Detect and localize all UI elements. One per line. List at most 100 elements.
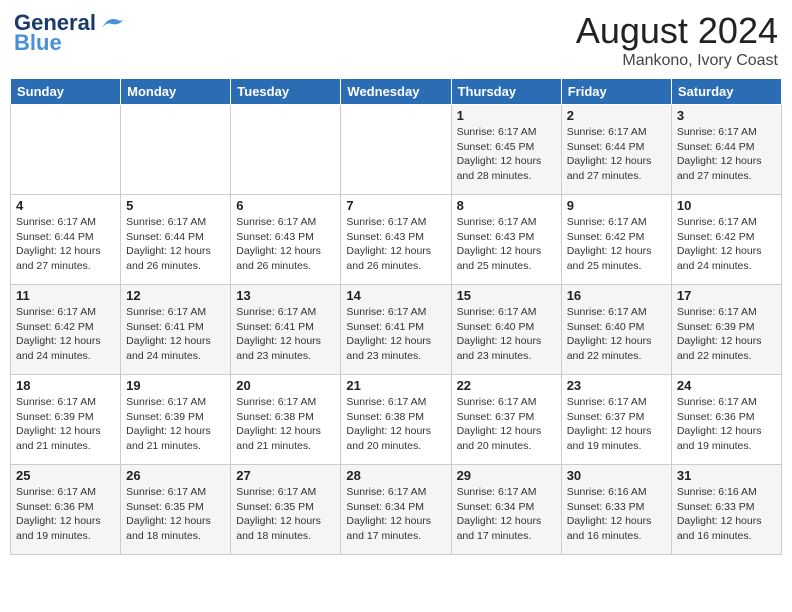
weekday-header-friday: Friday [561, 79, 671, 105]
calendar-cell: 20 Sunrise: 6:17 AMSunset: 6:38 PMDayligh… [231, 375, 341, 465]
calendar-cell: 25 Sunrise: 6:17 AMSunset: 6:36 PMDayligh… [11, 465, 121, 555]
day-info: Sunrise: 6:17 AMSunset: 6:43 PMDaylight:… [346, 215, 445, 274]
calendar-cell [121, 105, 231, 195]
day-number: 6 [236, 198, 335, 213]
calendar-header-row: SundayMondayTuesdayWednesdayThursdayFrid… [11, 79, 782, 105]
day-info: Sunrise: 6:17 AMSunset: 6:44 PMDaylight:… [16, 215, 115, 274]
calendar-cell: 11 Sunrise: 6:17 AMSunset: 6:42 PMDayligh… [11, 285, 121, 375]
page-header: General Blue August 2024 Mankono, Ivory … [10, 10, 782, 70]
weekday-header-sunday: Sunday [11, 79, 121, 105]
calendar-cell: 2 Sunrise: 6:17 AMSunset: 6:44 PMDaylight… [561, 105, 671, 195]
day-number: 9 [567, 198, 666, 213]
calendar-week-1: 1 Sunrise: 6:17 AMSunset: 6:45 PMDaylight… [11, 105, 782, 195]
day-info: Sunrise: 6:17 AMSunset: 6:43 PMDaylight:… [236, 215, 335, 274]
calendar-cell: 17 Sunrise: 6:17 AMSunset: 6:39 PMDayligh… [671, 285, 781, 375]
calendar-cell: 31 Sunrise: 6:16 AMSunset: 6:33 PMDayligh… [671, 465, 781, 555]
day-number: 26 [126, 468, 225, 483]
calendar-cell: 5 Sunrise: 6:17 AMSunset: 6:44 PMDaylight… [121, 195, 231, 285]
weekday-header-wednesday: Wednesday [341, 79, 451, 105]
weekday-header-monday: Monday [121, 79, 231, 105]
calendar-cell: 13 Sunrise: 6:17 AMSunset: 6:41 PMDayligh… [231, 285, 341, 375]
day-number: 1 [457, 108, 556, 123]
day-number: 7 [346, 198, 445, 213]
calendar-cell [11, 105, 121, 195]
day-info: Sunrise: 6:17 AMSunset: 6:38 PMDaylight:… [346, 395, 445, 454]
calendar-cell: 4Sunrise: 6:17 AMSunset: 6:44 PMDaylight… [11, 195, 121, 285]
day-number: 14 [346, 288, 445, 303]
day-info: Sunrise: 6:17 AMSunset: 6:36 PMDaylight:… [677, 395, 776, 454]
title-block: August 2024 Mankono, Ivory Coast [576, 10, 778, 70]
calendar-body: 1 Sunrise: 6:17 AMSunset: 6:45 PMDaylight… [11, 105, 782, 555]
calendar-cell: 29 Sunrise: 6:17 AMSunset: 6:34 PMDayligh… [451, 465, 561, 555]
calendar-cell [341, 105, 451, 195]
day-number: 20 [236, 378, 335, 393]
calendar-cell: 9 Sunrise: 6:17 AMSunset: 6:42 PMDaylight… [561, 195, 671, 285]
day-number: 10 [677, 198, 776, 213]
day-info: Sunrise: 6:17 AMSunset: 6:44 PMDaylight:… [126, 215, 225, 274]
day-number: 17 [677, 288, 776, 303]
day-number: 29 [457, 468, 556, 483]
day-number: 23 [567, 378, 666, 393]
day-info: Sunrise: 6:17 AMSunset: 6:37 PMDaylight:… [457, 395, 556, 454]
day-number: 16 [567, 288, 666, 303]
day-number: 21 [346, 378, 445, 393]
day-info: Sunrise: 6:17 AMSunset: 6:35 PMDaylight:… [236, 485, 335, 544]
day-number: 27 [236, 468, 335, 483]
calendar-cell: 21 Sunrise: 6:17 AMSunset: 6:38 PMDayligh… [341, 375, 451, 465]
day-info: Sunrise: 6:17 AMSunset: 6:44 PMDaylight:… [567, 125, 666, 184]
day-number: 22 [457, 378, 556, 393]
day-info: Sunrise: 6:17 AMSunset: 6:35 PMDaylight:… [126, 485, 225, 544]
day-info: Sunrise: 6:17 AMSunset: 6:41 PMDaylight:… [236, 305, 335, 364]
calendar-cell: 6 Sunrise: 6:17 AMSunset: 6:43 PMDaylight… [231, 195, 341, 285]
day-number: 24 [677, 378, 776, 393]
calendar-cell: 8 Sunrise: 6:17 AMSunset: 6:43 PMDaylight… [451, 195, 561, 285]
day-info: Sunrise: 6:17 AMSunset: 6:38 PMDaylight:… [236, 395, 335, 454]
day-info: Sunrise: 6:17 AMSunset: 6:36 PMDaylight:… [16, 485, 115, 544]
day-number: 19 [126, 378, 225, 393]
day-info: Sunrise: 6:17 AMSunset: 6:45 PMDaylight:… [457, 125, 556, 184]
day-number: 30 [567, 468, 666, 483]
calendar-week-4: 18 Sunrise: 6:17 AMSunset: 6:39 PMDayligh… [11, 375, 782, 465]
day-info: Sunrise: 6:17 AMSunset: 6:43 PMDaylight:… [457, 215, 556, 274]
day-number: 18 [16, 378, 115, 393]
day-info: Sunrise: 6:17 AMSunset: 6:39 PMDaylight:… [677, 305, 776, 364]
logo-text-blue: Blue [14, 30, 62, 56]
calendar-week-2: 4Sunrise: 6:17 AMSunset: 6:44 PMDaylight… [11, 195, 782, 285]
logo: General Blue [14, 10, 126, 56]
calendar-cell: 18 Sunrise: 6:17 AMSunset: 6:39 PMDayligh… [11, 375, 121, 465]
day-number: 11 [16, 288, 115, 303]
calendar-table: SundayMondayTuesdayWednesdayThursdayFrid… [10, 78, 782, 555]
calendar-week-5: 25 Sunrise: 6:17 AMSunset: 6:36 PMDayligh… [11, 465, 782, 555]
day-number: 13 [236, 288, 335, 303]
day-number: 2 [567, 108, 666, 123]
day-number: 8 [457, 198, 556, 213]
day-number: 31 [677, 468, 776, 483]
day-number: 15 [457, 288, 556, 303]
calendar-cell: 12Sunrise: 6:17 AMSunset: 6:41 PMDayligh… [121, 285, 231, 375]
calendar-cell: 1 Sunrise: 6:17 AMSunset: 6:45 PMDaylight… [451, 105, 561, 195]
calendar-cell: 28Sunrise: 6:17 AMSunset: 6:34 PMDayligh… [341, 465, 451, 555]
day-info: Sunrise: 6:17 AMSunset: 6:39 PMDaylight:… [126, 395, 225, 454]
day-info: Sunrise: 6:17 AMSunset: 6:40 PMDaylight:… [457, 305, 556, 364]
calendar-cell: 24 Sunrise: 6:17 AMSunset: 6:36 PMDayligh… [671, 375, 781, 465]
weekday-header-saturday: Saturday [671, 79, 781, 105]
calendar-cell: 23 Sunrise: 6:17 AMSunset: 6:37 PMDayligh… [561, 375, 671, 465]
day-info: Sunrise: 6:17 AMSunset: 6:42 PMDaylight:… [567, 215, 666, 274]
logo-bird-icon [98, 14, 126, 32]
day-number: 5 [126, 198, 225, 213]
calendar-cell: 26 Sunrise: 6:17 AMSunset: 6:35 PMDayligh… [121, 465, 231, 555]
day-info: Sunrise: 6:17 AMSunset: 6:34 PMDaylight:… [457, 485, 556, 544]
calendar-cell: 10Sunrise: 6:17 AMSunset: 6:42 PMDayligh… [671, 195, 781, 285]
day-info: Sunrise: 6:17 AMSunset: 6:42 PMDaylight:… [16, 305, 115, 364]
calendar-cell: 22 Sunrise: 6:17 AMSunset: 6:37 PMDayligh… [451, 375, 561, 465]
day-info: Sunrise: 6:17 AMSunset: 6:41 PMDaylight:… [346, 305, 445, 364]
weekday-header-thursday: Thursday [451, 79, 561, 105]
day-number: 25 [16, 468, 115, 483]
calendar-cell: 15 Sunrise: 6:17 AMSunset: 6:40 PMDayligh… [451, 285, 561, 375]
day-info: Sunrise: 6:16 AMSunset: 6:33 PMDaylight:… [567, 485, 666, 544]
calendar-cell: 3Sunrise: 6:17 AMSunset: 6:44 PMDaylight… [671, 105, 781, 195]
day-number: 12 [126, 288, 225, 303]
day-info: Sunrise: 6:17 AMSunset: 6:37 PMDaylight:… [567, 395, 666, 454]
day-info: Sunrise: 6:16 AMSunset: 6:33 PMDaylight:… [677, 485, 776, 544]
day-info: Sunrise: 6:17 AMSunset: 6:39 PMDaylight:… [16, 395, 115, 454]
